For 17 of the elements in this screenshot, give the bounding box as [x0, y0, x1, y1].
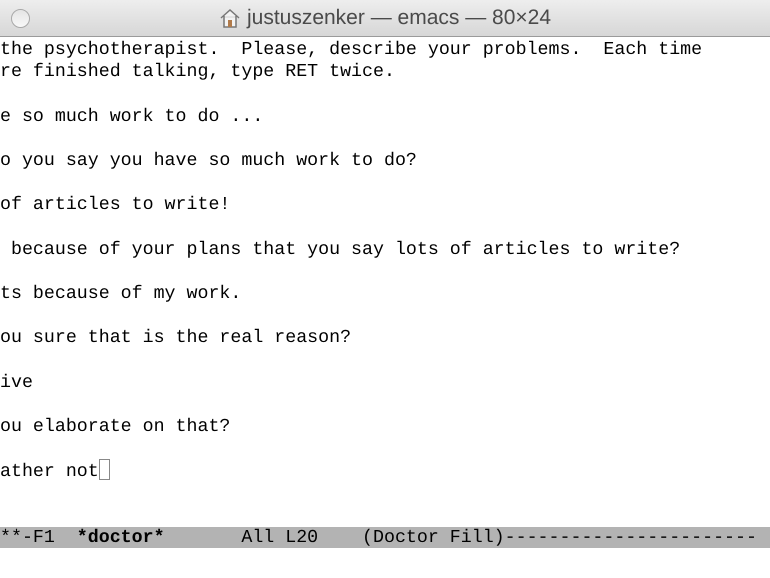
window-title: justuszenker — emacs — 80×24: [246, 5, 552, 32]
text-line: ou elaborate on that?: [0, 417, 230, 438]
mode-line-text: All L20 (Doctor Fill)-----------------------: [240, 526, 757, 549]
text-line: ou sure that is the real reason?: [0, 328, 352, 348]
close-button[interactable]: [11, 9, 30, 28]
text-line: of articles to write!: [0, 195, 230, 216]
text-line: the psychotherapist. Please, describe your problems. Each time: [0, 40, 702, 60]
text-line: re finished talking, type RET twice.: [0, 62, 395, 82]
mode-line-text: **-F1: [0, 526, 56, 549]
text-line: ts because of my work.: [0, 284, 242, 304]
text-line: e so much work to do ...: [0, 106, 264, 127]
text-line: o you say you have so much work to do?: [0, 150, 417, 171]
house-icon: [218, 7, 241, 29]
text-line: because of your plans that you say lots of articles to write?: [10, 240, 680, 260]
mode-line-text: *doctor*: [76, 526, 165, 549]
text-line: ive: [0, 372, 33, 393]
text-line: ather not: [0, 462, 99, 482]
